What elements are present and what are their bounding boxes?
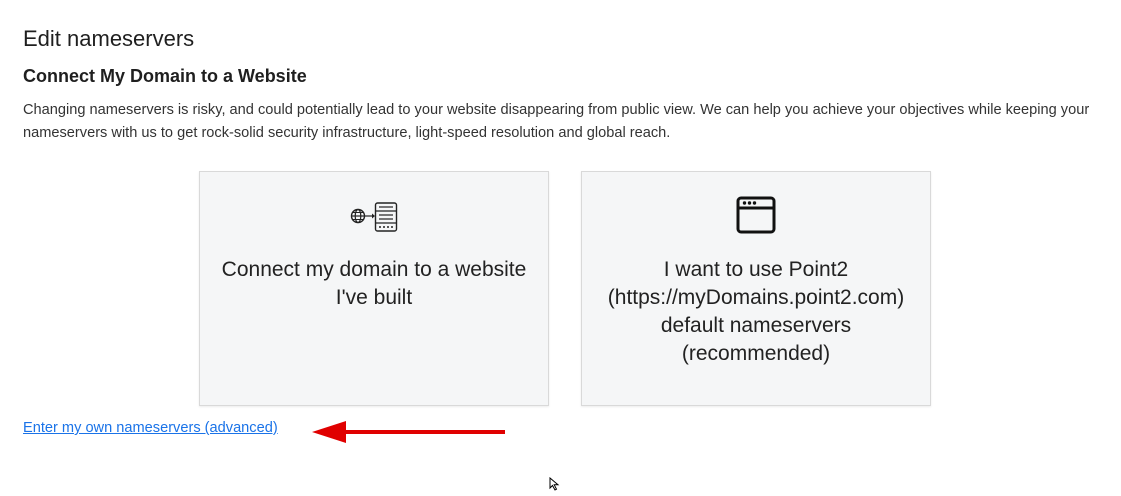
enter-own-nameservers-link[interactable]: Enter my own nameservers (advanced) [23,420,278,436]
browser-window-icon [582,196,930,234]
page-title: Edit nameservers [23,26,195,51]
mouse-cursor-icon [549,476,561,496]
description-text: Changing nameservers is risky, and could… [23,102,1090,141]
connect-website-option-label: Connect my domain to a website I've buil… [221,258,527,309]
option-label-line: (recommended) [681,342,831,365]
globe-server-icon [200,201,548,233]
connect-website-option-card[interactable]: Connect my domain to a website I've buil… [199,171,549,406]
point2-default-option-card[interactable]: I want to use Point2 (https://myDomains.… [581,171,931,406]
red-arrow-annotation [310,419,510,450]
option-label-line: I want to use Point2 [663,258,849,281]
option-label-line: default nameservers [660,314,852,337]
point2-default-option-label: I want to use Point2 (https://myDomains.… [592,256,920,368]
option-label-line: (https://myDomains.point2.com) [607,286,905,309]
section-title: Connect My Domain to a Website [23,66,307,86]
